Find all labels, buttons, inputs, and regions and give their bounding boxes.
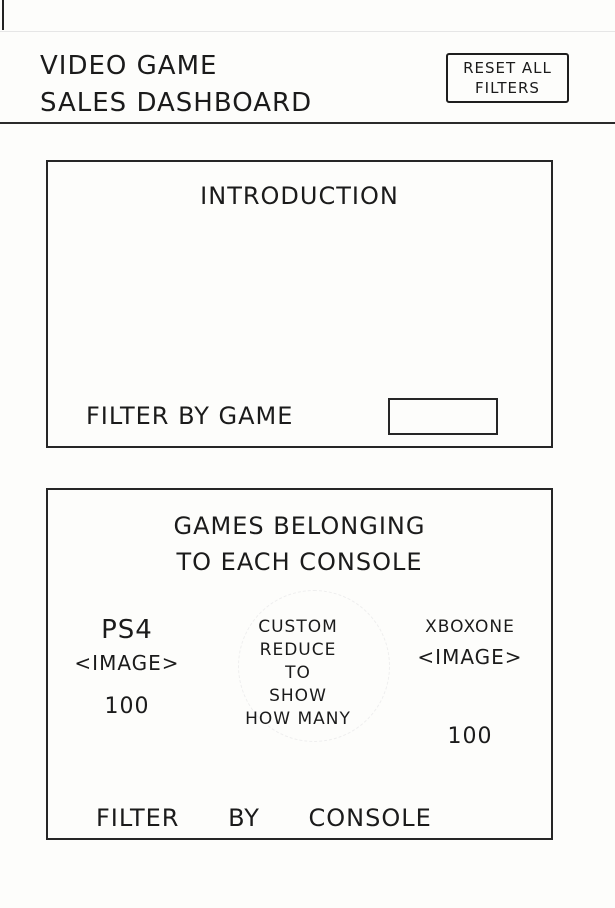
xboxone-image-placeholder: <IMAGE> xyxy=(417,645,523,669)
introduction-title: INTRODUCTION xyxy=(200,182,399,210)
ps4-count: 100 xyxy=(104,694,150,719)
reset-all-filters-button[interactable]: RESET ALL FILTERS xyxy=(446,53,569,103)
xboxone-count: 100 xyxy=(447,724,493,749)
games-by-console-title-line-1: GAMES BELONGING xyxy=(173,512,426,540)
custom-note-line-4: SHOW xyxy=(269,686,327,706)
page-title-line-2: SALES DASHBOARD xyxy=(40,88,313,118)
introduction-panel: INTRODUCTION FILTER BY GAME xyxy=(46,160,553,448)
reset-button-label-line-1: RESET ALL xyxy=(463,59,552,77)
header-divider xyxy=(0,122,615,124)
games-by-console-panel: GAMES BELONGING TO EACH CONSOLE PS4 <IMA… xyxy=(46,488,553,840)
custom-reduce-note: CUSTOM REDUCE TO SHOW HOW MANY xyxy=(233,616,363,731)
xboxone-label: XBOXONE xyxy=(425,617,515,637)
ps4-image-placeholder: <IMAGE> xyxy=(74,651,180,675)
games-by-console-title-line-2: TO EACH CONSOLE xyxy=(176,548,423,576)
custom-note-line-1: CUSTOM xyxy=(258,617,338,637)
page-title: VIDEO GAME SALES DASHBOARD xyxy=(40,48,380,122)
ps4-label: PS4 xyxy=(101,615,153,645)
page-edge-mark xyxy=(2,0,4,30)
filter-by-game-label: FILTER BY GAME xyxy=(86,402,294,430)
ps4-column: PS4 <IMAGE> 100 xyxy=(62,614,192,719)
custom-note-line-2: REDUCE xyxy=(259,640,337,660)
page-title-line-1: VIDEO GAME xyxy=(40,51,218,81)
filter-by-game-input[interactable] xyxy=(388,398,498,435)
filter-by-console-label[interactable]: FILTER BY CONSOLE xyxy=(96,804,526,832)
custom-note-line-5: HOW MANY xyxy=(245,709,351,729)
reset-button-label-line-2: FILTERS xyxy=(475,79,540,97)
custom-note-line-3: TO xyxy=(285,663,311,683)
xboxone-column: XBOXONE <IMAGE> 100 xyxy=(400,614,540,749)
top-divider xyxy=(0,31,615,32)
games-by-console-title: GAMES BELONGING TO EACH CONSOLE xyxy=(48,508,551,580)
